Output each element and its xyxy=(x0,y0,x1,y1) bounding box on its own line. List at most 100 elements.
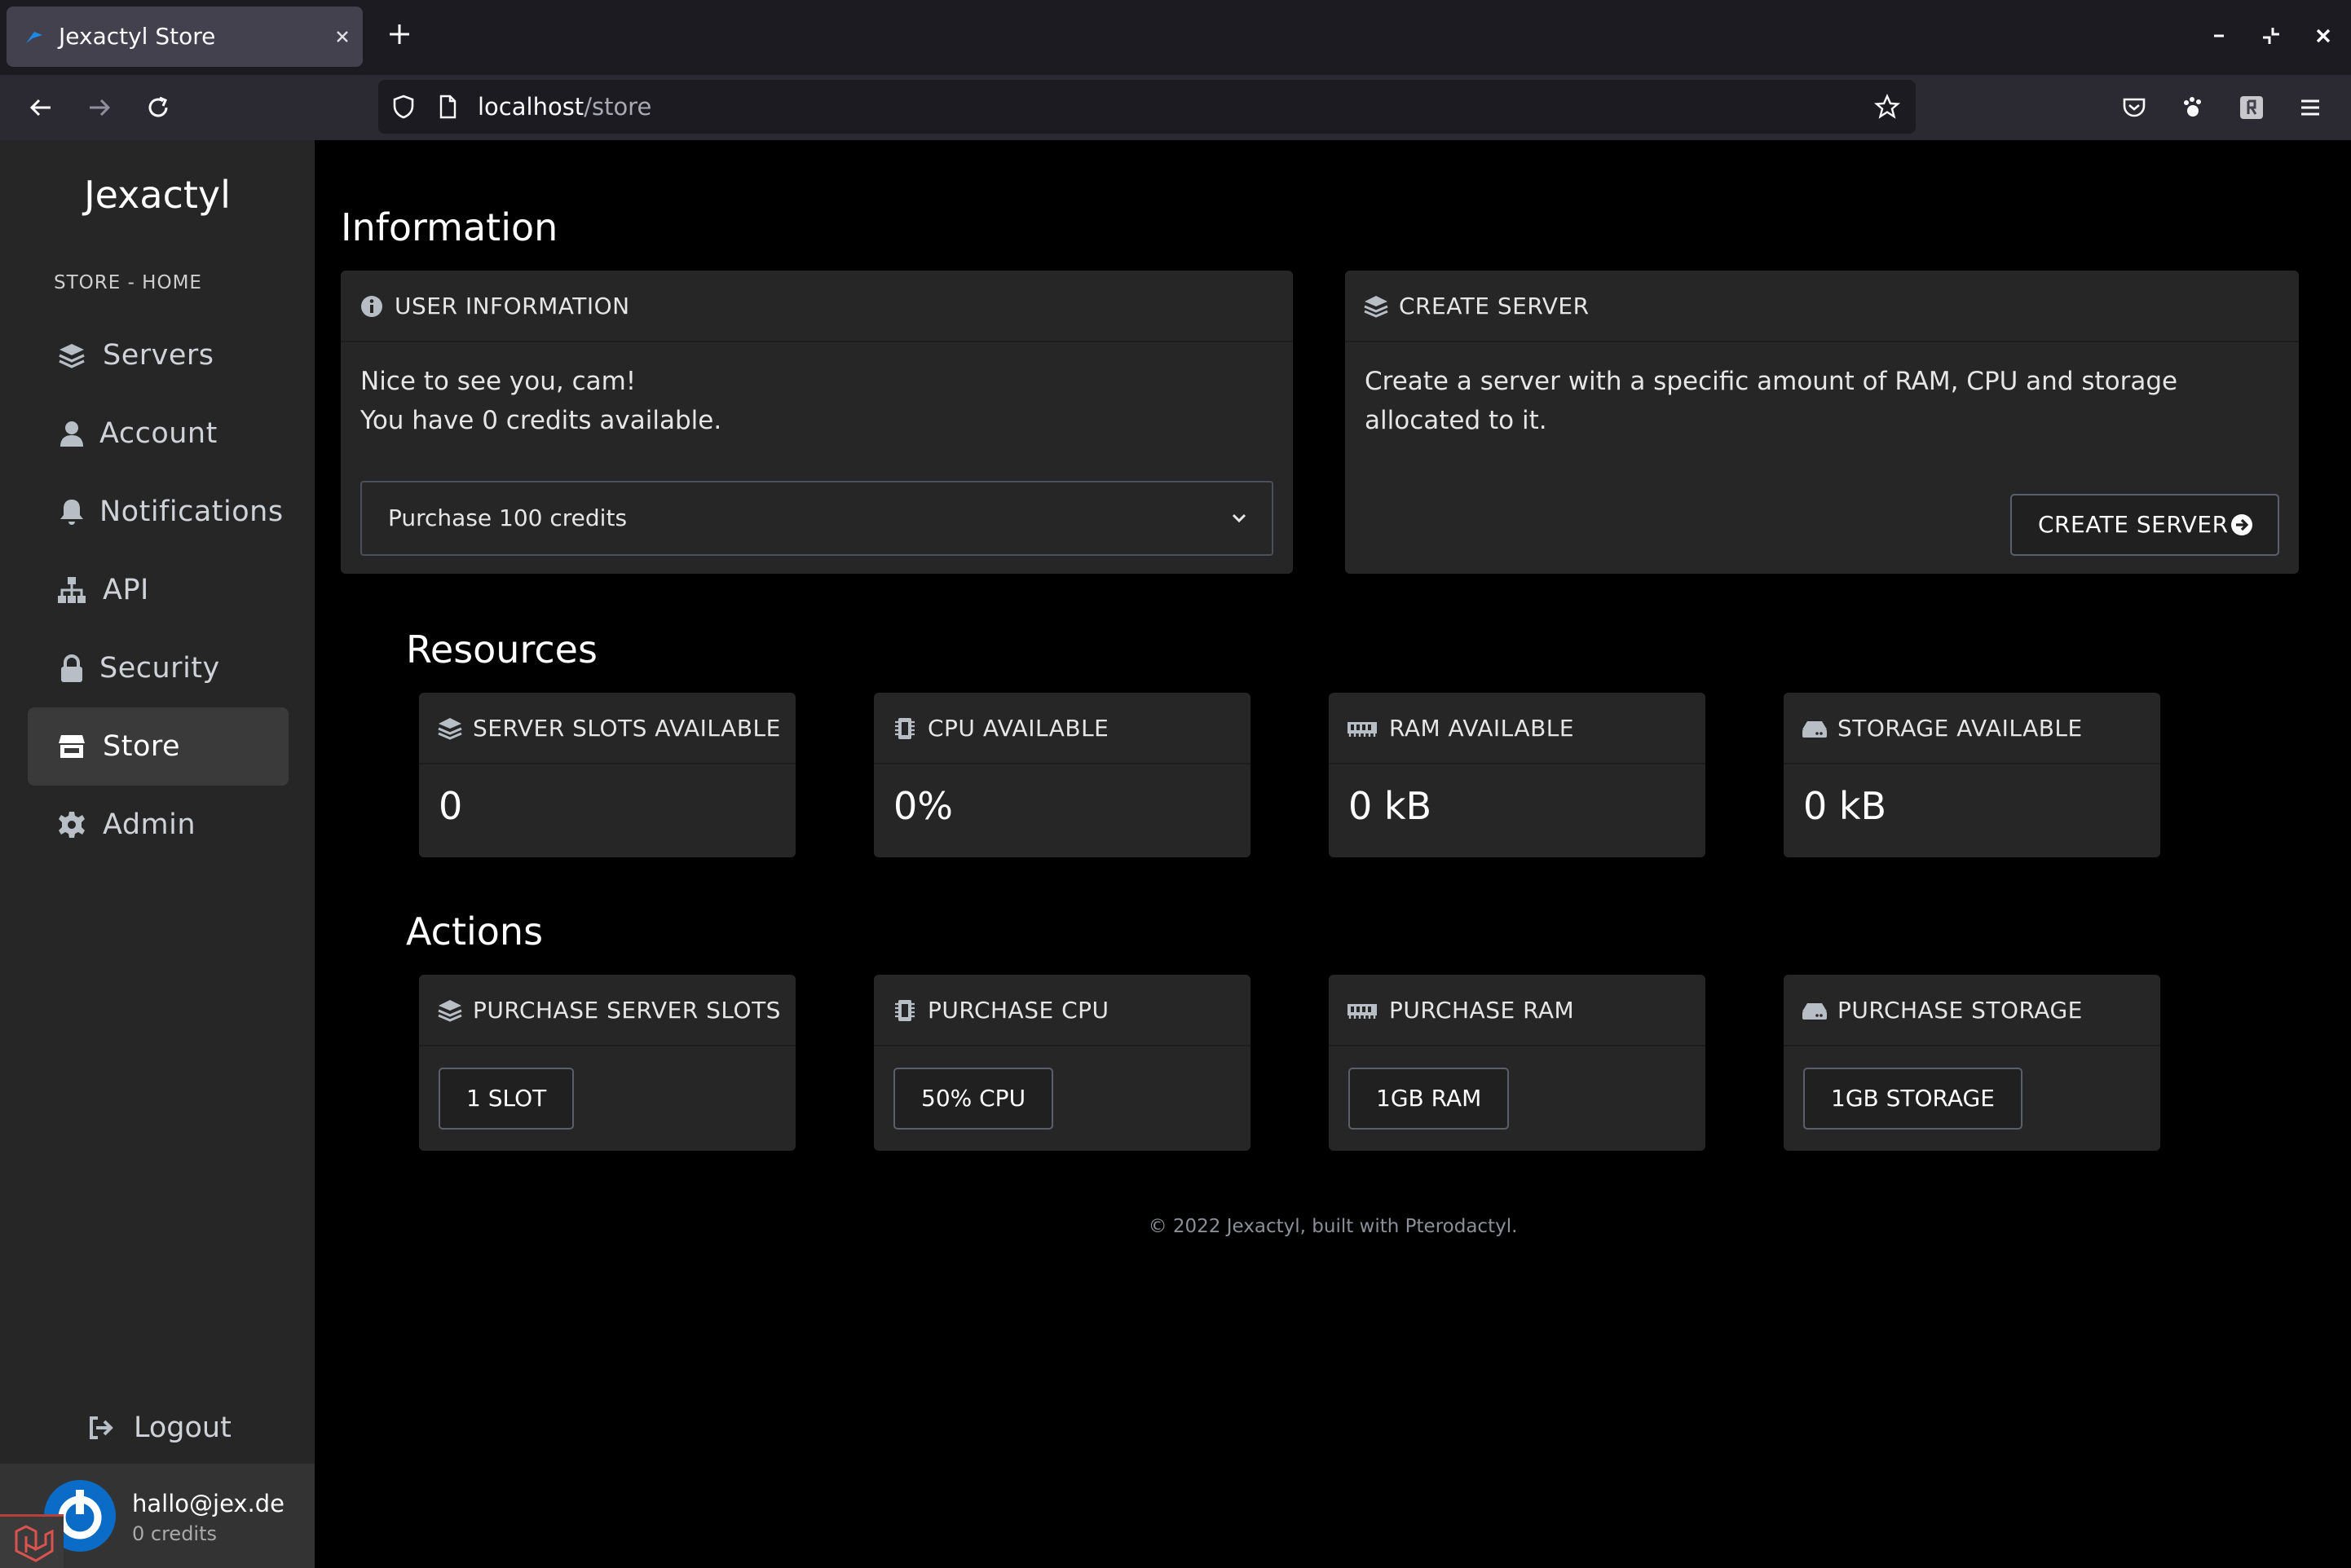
chevron-down-icon xyxy=(1232,513,1246,523)
laravel-debugbar-badge[interactable] xyxy=(0,1514,64,1568)
sidebar-item-label: Admin xyxy=(103,808,196,841)
microchip-icon xyxy=(895,718,915,739)
lock-icon xyxy=(61,654,82,682)
stat-value: 0 kB xyxy=(1803,784,1887,828)
arrow-circle-right-icon xyxy=(2231,514,2252,535)
sidebar: Jexactyl STORE - HOME Servers Account No… xyxy=(0,140,315,1568)
restore-window-icon[interactable] xyxy=(2256,21,2286,51)
back-icon[interactable] xyxy=(24,91,57,124)
layer-group-icon xyxy=(438,1000,462,1022)
information-heading: Information xyxy=(341,205,558,249)
card-header: PURCHASE CPU xyxy=(874,975,1250,1046)
extension-badge-icon[interactable] xyxy=(2237,93,2266,122)
purchase-server-slots-card: PURCHASE SERVER SLOTS 1 SLOT xyxy=(419,975,796,1151)
create-server-description: Create a server with a specific amount o… xyxy=(1365,367,2178,396)
jexactyl-favicon-icon xyxy=(26,32,42,43)
url-text[interactable]: localhost/store xyxy=(478,80,651,134)
sidebar-item-admin[interactable]: Admin xyxy=(28,786,289,864)
nav-section-label: STORE - HOME xyxy=(54,272,202,293)
card-title: RAM AVAILABLE xyxy=(1389,715,1575,742)
hdd-icon xyxy=(1802,721,1827,738)
footer-text: © 2022 Jexactyl, built with Pterodactyl. xyxy=(1148,1216,1518,1237)
browser-tab[interactable]: Jexactyl Store xyxy=(7,7,363,67)
storage-available-card: STORAGE AVAILABLE 0 kB xyxy=(1784,693,2160,857)
card-header: CPU AVAILABLE xyxy=(874,693,1250,764)
extension-paw-icon[interactable] xyxy=(2178,93,2208,122)
purchase-storage-card: PURCHASE STORAGE 1GB STORAGE xyxy=(1784,975,2160,1151)
sidebar-item-label: Account xyxy=(99,417,218,450)
brand-title[interactable]: Jexactyl xyxy=(0,173,315,217)
browser-nav-bar: localhost/store xyxy=(0,75,2351,140)
shield-icon[interactable] xyxy=(390,93,417,121)
browser-tab-bar: Jexactyl Store xyxy=(0,0,2351,75)
forward-icon[interactable] xyxy=(83,91,116,124)
credits-text: You have 0 credits available. xyxy=(360,406,722,435)
sidebar-item-store[interactable]: Store xyxy=(28,707,289,786)
card-title: PURCHASE CPU xyxy=(928,997,1109,1024)
card-header: PURCHASE STORAGE xyxy=(1784,975,2160,1046)
layer-group-icon xyxy=(1364,296,1388,318)
purchase-ram-card: PURCHASE RAM 1GB RAM xyxy=(1329,975,1705,1151)
layer-group-icon xyxy=(438,718,462,740)
user-credits: 0 credits xyxy=(132,1522,218,1545)
actions-heading: Actions xyxy=(406,910,544,954)
stat-value: 0 kB xyxy=(1348,784,1432,828)
minimize-window-icon[interactable] xyxy=(2204,21,2234,51)
logout-button[interactable]: Logout xyxy=(86,1403,282,1452)
sidebar-item-label: Notifications xyxy=(99,496,284,528)
close-window-icon[interactable] xyxy=(2309,21,2338,51)
card-title: PURCHASE SERVER SLOTS xyxy=(473,997,781,1024)
user-icon xyxy=(60,421,83,447)
ram-available-card: RAM AVAILABLE 0 kB xyxy=(1329,693,1705,857)
stat-value: 0% xyxy=(893,784,953,828)
card-header: SERVER SLOTS AVAILABLE xyxy=(419,693,796,764)
greeting-text: Nice to see you, cam! xyxy=(360,367,637,396)
card-header: CREATE SERVER xyxy=(1345,271,2299,342)
purchase-cpu-card: PURCHASE CPU 50% CPU xyxy=(874,975,1250,1151)
memory-icon xyxy=(1348,722,1377,737)
user-information-card: USER INFORMATION Nice to see you, cam! Y… xyxy=(341,271,1293,574)
create-server-button[interactable]: CREATE SERVER xyxy=(2010,494,2279,556)
card-header: PURCHASE SERVER SLOTS xyxy=(419,975,796,1046)
pocket-icon[interactable] xyxy=(2119,93,2149,122)
purchase-credits-select[interactable]: Purchase 100 credits xyxy=(360,481,1273,556)
stat-value: 0 xyxy=(439,784,463,828)
microchip-icon xyxy=(895,1000,915,1021)
new-tab-icon[interactable] xyxy=(383,18,416,51)
card-header: STORAGE AVAILABLE xyxy=(1784,693,2160,764)
sidebar-item-label: Security xyxy=(99,652,220,685)
buy-slot-button[interactable]: 1 SLOT xyxy=(439,1068,575,1130)
card-title: USER INFORMATION xyxy=(395,293,630,319)
buy-storage-button[interactable]: 1GB STORAGE xyxy=(1803,1068,2022,1130)
bookmark-star-icon[interactable] xyxy=(1873,93,1901,121)
buy-cpu-button[interactable]: 50% CPU xyxy=(893,1068,1054,1130)
resources-heading: Resources xyxy=(406,628,598,672)
create-server-description-cont: allocated to it. xyxy=(1365,406,1547,435)
info-circle-icon xyxy=(361,296,382,317)
sidebar-item-api[interactable]: API xyxy=(28,551,289,629)
card-title: CREATE SERVER xyxy=(1399,293,1590,319)
sidebar-item-label: API xyxy=(103,574,149,606)
logout-label: Logout xyxy=(134,1412,232,1444)
sidebar-item-notifications[interactable]: Notifications xyxy=(28,473,289,551)
user-email: hallo@jex.de xyxy=(132,1490,285,1517)
layer-group-icon xyxy=(59,344,85,368)
sign-out-icon xyxy=(90,1416,113,1439)
card-header: PURCHASE RAM xyxy=(1329,975,1705,1046)
sidebar-item-label: Servers xyxy=(103,339,214,372)
purchase-credits-value: Purchase 100 credits xyxy=(388,504,628,531)
buy-ram-button[interactable]: 1GB RAM xyxy=(1348,1068,1510,1130)
card-title: CPU AVAILABLE xyxy=(928,715,1109,742)
sidebar-item-security[interactable]: Security xyxy=(28,629,289,707)
tab-title: Jexactyl Store xyxy=(59,23,216,50)
tab-close-icon[interactable] xyxy=(328,22,357,51)
laravel-logo-icon xyxy=(15,1525,54,1562)
url-bar[interactable]: localhost/store xyxy=(378,80,1916,134)
page-icon xyxy=(439,95,457,119)
sidebar-item-servers[interactable]: Servers xyxy=(28,316,289,394)
reload-icon[interactable] xyxy=(142,91,174,124)
card-title: STORAGE AVAILABLE xyxy=(1837,715,2083,742)
hamburger-menu-icon[interactable] xyxy=(2296,93,2325,122)
sidebar-item-account[interactable]: Account xyxy=(28,394,289,473)
main-content: Information USER INFORMATION Nice to see… xyxy=(315,140,2351,1568)
